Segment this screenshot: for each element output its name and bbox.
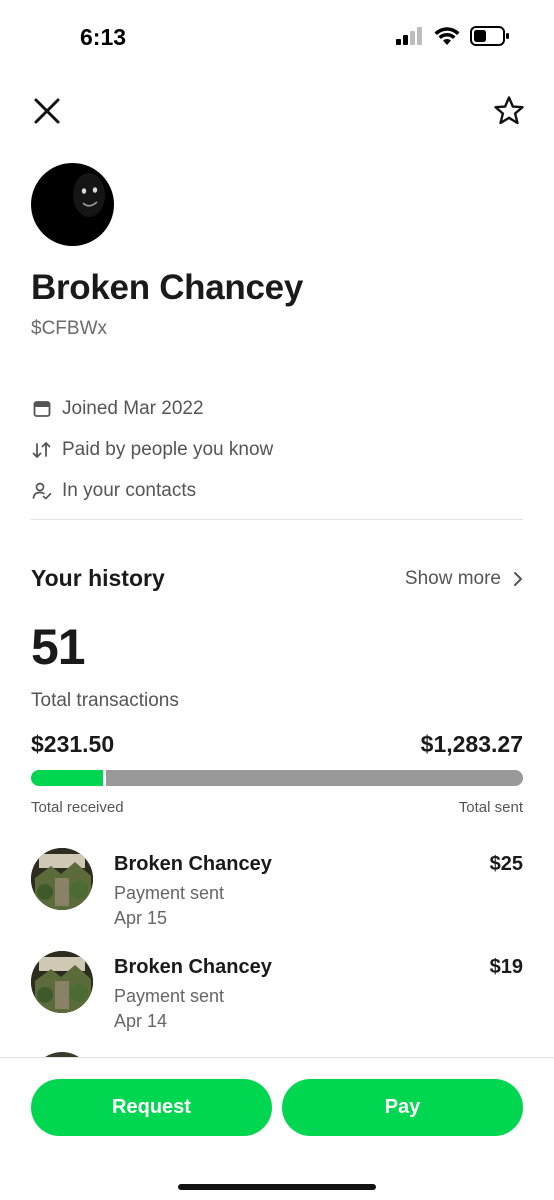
battery-icon — [470, 26, 510, 51]
star-icon — [494, 96, 524, 125]
chevron-right-icon — [514, 572, 522, 586]
top-nav — [0, 92, 554, 132]
transaction-count-label: Total transactions — [31, 690, 179, 711]
transaction-name: Broken Chancey — [114, 956, 272, 978]
meta-paid-by: Paid by people you know — [31, 429, 523, 470]
contact-check-icon — [31, 480, 53, 502]
status-time: 6:13 — [80, 24, 127, 50]
transaction-name: Broken Chancey — [114, 853, 272, 875]
signal-icon — [396, 27, 424, 50]
calendar-icon — [31, 398, 53, 420]
request-button[interactable]: Request — [31, 1079, 272, 1136]
history-title: Your history — [31, 565, 165, 591]
total-sent-amount: $1,283.27 — [420, 731, 523, 757]
profile-name: Broken Chancey — [31, 268, 304, 307]
transaction-avatar — [31, 951, 93, 1013]
total-sent-label: Total sent — [458, 799, 523, 816]
total-received-amount: $231.50 — [31, 731, 115, 757]
transaction-avatar — [31, 848, 93, 910]
transaction-amount: $19 — [489, 956, 523, 978]
close-icon — [34, 98, 60, 124]
show-more-label: Show more — [404, 568, 501, 589]
total-received-label: Total received — [31, 799, 124, 816]
transaction-amount: $25 — [489, 853, 523, 875]
pay-button[interactable]: Pay — [282, 1079, 523, 1136]
bottom-action-bar: Request Pay — [0, 1057, 554, 1200]
transaction-count: 51 — [31, 619, 86, 675]
favorite-button[interactable] — [492, 94, 526, 128]
transaction-type: Payment sent — [114, 883, 225, 903]
transaction-list: Broken Chancey Payment sent Apr 15 $25 B… — [31, 845, 523, 1051]
profile-cashtag: $CFBWx — [31, 318, 107, 339]
profile-meta-list: Joined Mar 2022 Paid by people you know … — [31, 388, 523, 511]
profile-avatar — [31, 163, 114, 246]
status-icons — [396, 26, 510, 51]
transaction-row[interactable]: Broken Chancey Payment sent Apr 15 $25 — [31, 845, 523, 948]
wifi-icon — [434, 26, 460, 51]
close-button[interactable] — [30, 94, 64, 128]
show-more-link[interactable]: Show more — [405, 568, 523, 590]
meta-paid-by-text: Paid by people you know — [62, 438, 274, 460]
transaction-date: Apr 14 — [114, 1011, 168, 1031]
meta-joined: Joined Mar 2022 — [31, 388, 523, 429]
received-bar-fill — [31, 770, 107, 786]
meta-joined-text: Joined Mar 2022 — [62, 397, 204, 419]
transaction-type: Payment sent — [114, 986, 225, 1006]
received-sent-bar — [31, 770, 523, 786]
section-divider — [31, 519, 523, 520]
transaction-date: Apr 15 — [114, 908, 168, 928]
meta-contacts: In your contacts — [31, 470, 523, 511]
arrows-up-down-icon — [31, 439, 53, 461]
transaction-row[interactable]: Broken Chancey Payment sent Apr 14 $19 — [31, 948, 523, 1051]
home-indicator[interactable] — [178, 1184, 376, 1190]
meta-contacts-text: In your contacts — [62, 479, 197, 501]
status-bar: 6:13 — [0, 0, 554, 72]
